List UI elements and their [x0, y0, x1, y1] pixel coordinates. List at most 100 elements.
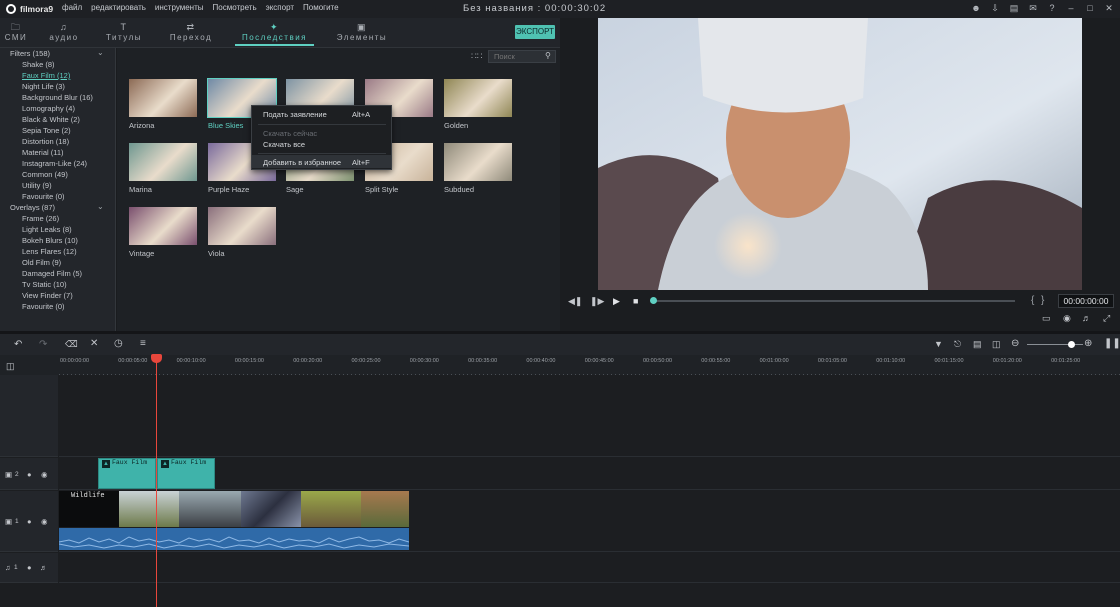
preview-video[interactable]	[598, 18, 1082, 290]
effect-thumb-subdued[interactable]	[444, 143, 512, 181]
sidebar-item[interactable]: Sepia Tone (2)	[22, 126, 71, 135]
playhead-line[interactable]	[156, 356, 157, 607]
effect-thumb-viola[interactable]	[208, 207, 276, 245]
zoom-slider-handle[interactable]	[1068, 341, 1076, 348]
menu-export[interactable]: экспорт	[266, 3, 294, 12]
bracket-right-icon[interactable]: }	[1041, 295, 1044, 306]
sidebar-item[interactable]: Black & White (2)	[22, 115, 80, 124]
zoom-in-icon[interactable]: ⊕	[1084, 338, 1092, 349]
grid-view-icon[interactable]: ∷∷	[471, 51, 482, 62]
lock-icon[interactable]: ●	[27, 470, 32, 479]
effect-thumb-golden[interactable]	[444, 79, 512, 117]
undo-icon[interactable]: ↶	[14, 339, 22, 350]
tab-media[interactable]: 🗀 СМИ	[4, 22, 28, 42]
video-track-2-lane[interactable]	[59, 458, 1120, 490]
menu-item-download-now[interactable]: Скачать сейчас	[263, 129, 317, 138]
menu-item-add-favorite[interactable]: Добавить в избранное	[263, 158, 341, 167]
menu-help[interactable]: Помогите	[303, 3, 339, 12]
delete-icon[interactable]: ⌫	[65, 339, 78, 350]
cut-icon[interactable]: ✕	[90, 338, 98, 349]
tab-titles[interactable]: T Титулы	[102, 22, 146, 42]
playback-scrubber[interactable]	[650, 297, 657, 304]
sidebar-item[interactable]: Night Life (3)	[22, 82, 65, 91]
cart-icon[interactable]: ▤	[1009, 3, 1019, 13]
playhead-handle[interactable]	[151, 354, 162, 363]
play-icon[interactable]: ▶	[613, 296, 620, 307]
empty-track-lane[interactable]	[59, 375, 1120, 457]
fx-clip[interactable]: Faux Film ▲	[157, 458, 215, 489]
sidebar-item[interactable]: Favourite (0)	[22, 302, 65, 311]
stop-icon[interactable]: ■	[633, 296, 638, 306]
menu-tools[interactable]: инструменты	[155, 3, 204, 12]
sidebar-item[interactable]: Lomography (4)	[22, 104, 75, 113]
sidebar-item-selected[interactable]: Faux Film (12)	[22, 71, 70, 80]
menu-item-apply[interactable]: Подать заявление	[263, 110, 327, 119]
sidebar-item[interactable]: Frame (26)	[22, 214, 59, 223]
snapshot-icon[interactable]: ◉	[1063, 313, 1071, 324]
mixer-icon[interactable]: ▤	[973, 339, 982, 350]
sidebar-item[interactable]: Lens Flares (12)	[22, 247, 77, 256]
sidebar-item[interactable]: Distortion (18)	[22, 137, 69, 146]
sidebar-item[interactable]: Tv Static (10)	[22, 280, 67, 289]
render-icon[interactable]: ◫	[992, 339, 1001, 350]
sidebar-item[interactable]: Old Film (9)	[22, 258, 61, 267]
sidebar-item[interactable]: View Finder (7)	[22, 291, 73, 300]
timeline-ruler[interactable]: ◫ 00:00:00:00 00:00:05:00 00:00:10:00 00:00…	[0, 355, 1120, 375]
redo-icon[interactable]: ↷	[39, 339, 47, 350]
minimize-icon[interactable]: –	[1066, 3, 1076, 13]
sidebar-item[interactable]: Common (49)	[22, 170, 68, 179]
sidebar-item[interactable]: Utility (9)	[22, 181, 52, 190]
help-icon[interactable]: ?	[1047, 3, 1057, 13]
filters-header[interactable]: Filters (158)	[10, 49, 50, 58]
mic-icon[interactable]: ⎋	[954, 339, 961, 350]
menu-edit[interactable]: редактировать	[91, 3, 146, 12]
add-track-icon[interactable]: ◫	[6, 361, 15, 372]
volume-icon[interactable]: ♬	[1082, 313, 1091, 323]
step-icon[interactable]: ❚▶	[590, 296, 604, 307]
sidebar-item[interactable]: Shake (8)	[22, 60, 55, 69]
effect-thumb-arizona[interactable]	[129, 79, 197, 117]
monitor-icon[interactable]: ▭	[1042, 313, 1051, 324]
zoom-out-icon[interactable]: ⊖	[1011, 338, 1019, 349]
playback-progress-track[interactable]	[653, 300, 1015, 302]
mail-icon[interactable]: ✉	[1028, 3, 1038, 13]
overlays-header[interactable]: Overlays (87)	[10, 203, 55, 212]
menu-item-download-all[interactable]: Скачать все	[263, 140, 305, 149]
effect-thumb-vintage[interactable]	[129, 207, 197, 245]
sidebar-item[interactable]: Light Leaks (8)	[22, 225, 72, 234]
sidebar-item[interactable]: Bokeh Blurs (10)	[22, 236, 78, 245]
menu-file[interactable]: файл	[62, 3, 82, 12]
menu-view[interactable]: Посмотреть	[213, 3, 257, 12]
tab-effects[interactable]: ✦ Последствия	[235, 22, 314, 46]
eye-icon[interactable]: ◉	[41, 470, 48, 479]
user-icon[interactable]: ☻	[971, 3, 981, 13]
chevron-down-icon[interactable]: ⌄	[97, 48, 104, 57]
search-icon[interactable]: ⚲	[545, 51, 551, 60]
chevron-down-icon[interactable]: ⌄	[97, 202, 104, 211]
video-clip[interactable]: Wildlife	[59, 491, 409, 527]
speaker-icon[interactable]: ♬	[40, 563, 48, 572]
sidebar-item[interactable]: Damaged Film (5)	[22, 269, 82, 278]
close-icon[interactable]: ✕	[1104, 3, 1114, 13]
marker-icon[interactable]: ▼	[934, 339, 943, 349]
maximize-icon[interactable]: □	[1085, 3, 1095, 13]
tab-elements[interactable]: ▣ Элементы	[332, 22, 392, 42]
export-button[interactable]: ЭКСПОРТ	[515, 25, 555, 39]
bracket-left-icon[interactable]: {	[1031, 295, 1034, 306]
fullscreen-icon[interactable]: ⤢	[1103, 313, 1110, 324]
tab-transitions[interactable]: ⇄ Переход	[166, 22, 216, 42]
effect-thumb-marina[interactable]	[129, 143, 197, 181]
sidebar-item[interactable]: Favourite (0)	[22, 192, 65, 201]
save-icon[interactable]: ⇩	[990, 3, 1000, 13]
sidebar-item[interactable]: Material (11)	[22, 148, 64, 157]
speed-icon[interactable]: ◷	[114, 338, 123, 349]
adjust-icon[interactable]: ≡	[140, 338, 146, 349]
timeline-settings-icon[interactable]: ❚❚	[1104, 338, 1120, 349]
eye-icon[interactable]: ◉	[41, 517, 48, 526]
tab-audio[interactable]: ♫ аудио	[46, 22, 82, 42]
prev-frame-icon[interactable]: ◀❚	[568, 296, 582, 307]
lock-icon[interactable]: ●	[27, 563, 32, 572]
sidebar-item[interactable]: Background Blur (16)	[22, 93, 93, 102]
fx-clip[interactable]: Faux Film ▲	[98, 458, 156, 489]
audio-track-1-lane[interactable]	[59, 553, 1120, 583]
